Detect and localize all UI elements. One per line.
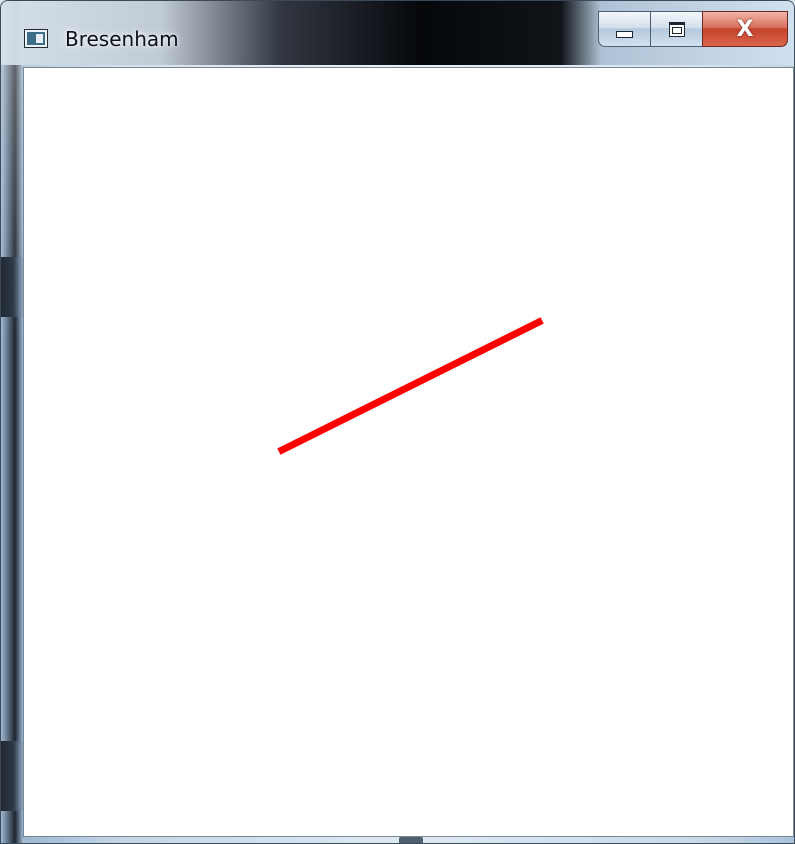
caption-buttons: X <box>598 11 788 47</box>
canvas-drawing <box>277 317 544 455</box>
window-frame-shade <box>1 257 23 317</box>
bresenham-line <box>277 317 544 455</box>
maximize-icon <box>668 21 685 37</box>
drawing-canvas[interactable] <box>23 67 794 837</box>
maximize-button[interactable] <box>650 11 702 47</box>
close-icon: X <box>736 16 754 42</box>
minimize-icon <box>616 30 633 38</box>
application-window: Bresenham X <box>0 0 795 844</box>
title-bar[interactable]: Bresenham X <box>1 1 794 65</box>
minimize-button[interactable] <box>598 11 650 47</box>
window-bottom-grip <box>399 837 423 843</box>
window-frame-shade <box>1 741 23 811</box>
app-window-icon[interactable] <box>25 30 47 47</box>
close-button[interactable]: X <box>702 11 788 47</box>
window-title: Bresenham <box>65 27 179 51</box>
